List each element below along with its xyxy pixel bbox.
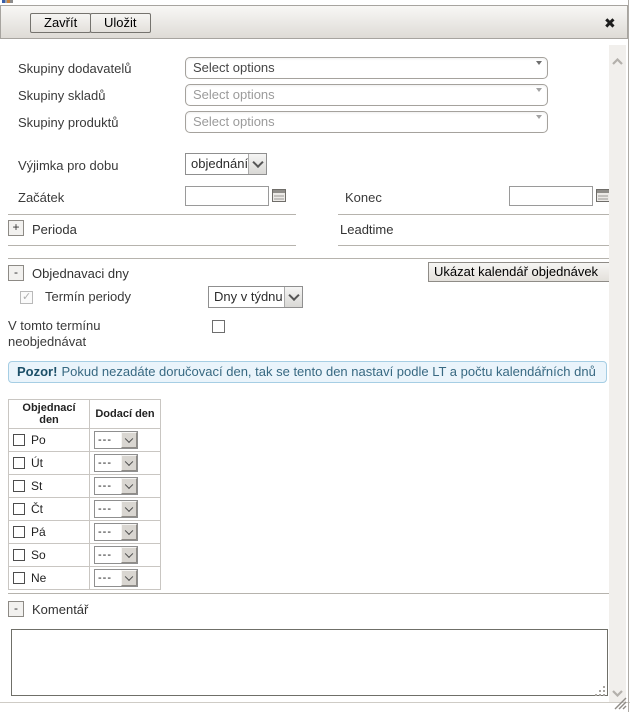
table-row: St --- <box>9 475 161 498</box>
table-row: Po --- <box>9 429 161 452</box>
chevron-down-icon <box>121 455 137 471</box>
delivery-day-header: Dodací den <box>90 400 161 429</box>
delivery-day-select[interactable]: --- <box>94 523 138 541</box>
chevron-down-icon <box>248 154 266 174</box>
end-label: Konec <box>345 190 382 206</box>
leadtime-label: Leadtime <box>340 222 393 237</box>
exception-type-select[interactable]: objednání <box>185 153 267 175</box>
chevron-down-icon <box>121 570 137 586</box>
expand-icon[interactable]: + <box>8 220 24 236</box>
dialog-right-border <box>628 0 629 712</box>
delivery-day-select[interactable]: --- <box>94 546 138 564</box>
table-row: So --- <box>9 544 161 567</box>
order-day-header: Objednací den <box>9 400 90 429</box>
order-day-checkbox[interactable] <box>13 480 25 492</box>
period-term-checkbox <box>20 291 33 304</box>
close-button[interactable]: Zavřít <box>30 13 91 33</box>
chevron-down-icon <box>121 432 137 448</box>
warning-bold: Pozor! <box>17 364 57 379</box>
delivery-day-select[interactable]: --- <box>94 569 138 587</box>
exception-dialog: Zavřít Uložit ✖ Skupiny dodavatelů Selec… <box>0 0 630 712</box>
days-table-body: Po --- Út --- St <box>9 429 161 590</box>
warehouse-groups-label: Skupiny skladů <box>18 88 105 104</box>
calendar-icon[interactable] <box>272 188 287 203</box>
warning-text: Pokud nezadáte doručovací den, tak se te… <box>61 364 595 379</box>
warning-banner: Pozor! Pokud nezadáte doručovací den, tak… <box>8 361 607 383</box>
comment-section: - Komentář <box>8 593 610 620</box>
exception-for-label: Výjimka pro dobu <box>18 158 118 174</box>
start-label: Začátek <box>18 190 64 206</box>
order-day-label: St <box>31 479 42 493</box>
order-day-checkbox[interactable] <box>13 503 25 515</box>
chevron-down-icon <box>121 547 137 563</box>
updown-icon <box>530 90 538 106</box>
perioda-section: + Perioda <box>8 214 296 246</box>
order-day-checkbox[interactable] <box>13 526 25 538</box>
collapse-icon[interactable]: - <box>8 265 24 281</box>
period-term-select[interactable]: Dny v týdnu <box>208 286 303 308</box>
textarea-resize-grip[interactable] <box>595 686 605 696</box>
delivery-day-select[interactable]: --- <box>94 454 138 472</box>
window-resize-grip[interactable] <box>612 695 627 712</box>
order-day-checkbox[interactable] <box>13 457 25 469</box>
delivery-day-select[interactable]: --- <box>94 500 138 518</box>
end-date-input[interactable] <box>509 186 593 206</box>
order-day-label: Čt <box>31 502 43 516</box>
warehouse-groups-select[interactable]: Select options <box>185 84 548 106</box>
updown-icon <box>530 63 538 79</box>
order-day-label: Po <box>31 433 46 447</box>
dialog-bottom-border <box>0 702 630 703</box>
order-day-label: Ne <box>31 571 46 585</box>
order-day-checkbox[interactable] <box>13 549 25 561</box>
days-table: Objednací den Dodací den Po --- Út --- <box>8 399 161 590</box>
toolbar: Zavřít Uložit <box>0 5 628 39</box>
leadtime-section: Leadtime <box>338 214 610 246</box>
order-day-label: So <box>31 548 46 562</box>
no-order-checkbox[interactable] <box>212 320 225 333</box>
collapse-icon[interactable]: - <box>8 601 24 617</box>
order-day-label: Út <box>31 456 43 470</box>
chevron-up-icon[interactable] <box>612 53 623 68</box>
comment-label: Komentář <box>32 602 88 617</box>
no-order-label: V tomto termínu neobjednávat <box>8 318 148 350</box>
table-row: Út --- <box>9 452 161 475</box>
delivery-day-select[interactable]: --- <box>94 431 138 449</box>
chevron-down-icon <box>284 287 302 307</box>
updown-icon <box>530 117 538 133</box>
delivery-day-select[interactable]: --- <box>94 477 138 495</box>
start-date-input[interactable] <box>185 186 269 206</box>
product-groups-select[interactable]: Select options <box>185 111 548 133</box>
perioda-label: Perioda <box>32 222 77 237</box>
save-button[interactable]: Uložit <box>90 13 151 33</box>
chevron-down-icon <box>121 478 137 494</box>
table-row: Čt --- <box>9 498 161 521</box>
comment-textarea[interactable] <box>11 629 608 696</box>
close-icon[interactable]: ✖ <box>604 15 622 32</box>
chevron-down-icon <box>121 501 137 517</box>
show-order-calendar-button[interactable]: Ukázat kalendář objednávek <box>428 262 618 282</box>
supplier-groups-label: Skupiny dodavatelů <box>18 61 131 77</box>
vertical-scrollbar[interactable] <box>609 45 626 702</box>
period-term-label: Termín periody <box>45 289 131 305</box>
background-fragment <box>2 0 13 3</box>
supplier-groups-select[interactable]: Select options <box>185 57 548 79</box>
product-groups-label: Skupiny produktů <box>18 115 118 131</box>
order-day-checkbox[interactable] <box>13 572 25 584</box>
order-day-label: Pá <box>31 525 46 539</box>
chevron-down-icon <box>121 524 137 540</box>
ordering-days-section: - Objednavaci dny Ukázat kalendář objedn… <box>8 258 610 285</box>
ordering-days-label: Objednavaci dny <box>32 266 129 281</box>
table-row: Pá --- <box>9 521 161 544</box>
order-day-checkbox[interactable] <box>13 434 25 446</box>
table-row: Ne --- <box>9 567 161 590</box>
